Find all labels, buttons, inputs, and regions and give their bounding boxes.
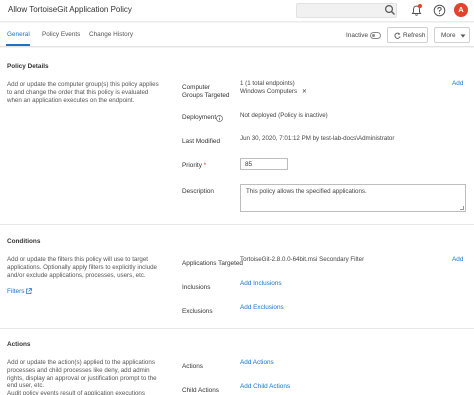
deployment-value: Not deployed (Policy is inactive) [240,112,328,119]
computer-groups-count: 1 (1 total endpoints) [240,80,295,87]
search-input[interactable] [296,3,397,18]
more-button[interactable]: More [434,27,470,43]
section-divider [0,224,474,225]
required-marker: * [203,162,207,169]
add-child-actions-link[interactable]: Add Child Actions [240,383,290,390]
tab-change-history[interactable]: Change History [89,31,133,38]
apps-targeted-label: Applications Targeted [182,260,243,267]
child-actions-label: Child Actions [182,387,219,394]
refresh-label: Refresh [403,32,426,39]
refresh-button[interactable]: Refresh [387,27,428,43]
priority-input[interactable]: 85 [240,158,288,170]
tab-bar: General Policy Events Change History Ina… [0,23,474,47]
page-title: Allow TortoiseGit Application Policy [8,5,132,14]
section-title-actions: Actions [7,341,31,348]
last-modified-label: Last Modified [182,138,221,145]
status-label: Inactive [346,32,369,39]
exclusions-label: Exclusions [182,308,213,315]
toggle-knob [372,34,375,37]
computer-group-chip[interactable]: Windows Computers ✕ [240,88,307,95]
add-actions-link[interactable]: Add Actions [240,359,274,366]
resize-handle[interactable] [460,206,464,210]
section-divider [0,328,474,329]
conditions-description: Add or update the filters this policy wi… [7,256,157,279]
description-text: This policy allows the specified applica… [246,188,367,195]
filters-link-label: Filters [7,288,25,295]
actions-description-cut: Audit policy events result of applicatio… [7,390,145,395]
description-textarea[interactable]: This policy allows the specified applica… [240,184,466,212]
actions-label: Actions [182,363,203,370]
deployment-label: Deployment [182,114,217,121]
add-application-link[interactable]: Add [452,256,463,263]
inclusions-label: Inclusions [182,284,211,291]
active-toggle[interactable] [370,32,381,39]
policy-details-description: Add or update the computer group(s) this… [7,81,159,104]
computer-groups-label: Computer Groups Targeted [182,84,230,99]
search-icon[interactable] [384,4,396,16]
actions-description: Add or update the action(s) applied to t… [7,359,157,390]
priority-label: Priority * [182,162,206,170]
add-inclusions-link[interactable]: Add Inclusions [240,280,282,287]
remove-icon[interactable]: ✕ [302,88,307,95]
description-label: Description [182,188,214,195]
info-icon[interactable] [216,115,223,122]
refresh-icon [394,32,401,39]
main-content: Policy Details Add or update the compute… [0,48,474,395]
add-exclusions-link[interactable]: Add Exclusions [240,304,284,311]
tab-general[interactable]: General [7,31,30,38]
avatar[interactable]: A [454,3,468,17]
priority-label-text: Priority [182,162,202,169]
apps-targeted-value[interactable]: TortoiseGit-2.8.0.0-64bit.msi Secondary … [240,256,364,263]
section-title-policy-details: Policy Details [7,63,49,70]
top-bar: Allow TortoiseGit Application Policy A [0,0,474,22]
filters-link[interactable]: Filters [7,288,33,295]
tab-policy-events[interactable]: Policy Events [42,31,80,38]
section-title-conditions: Conditions [7,238,41,245]
notification-badge [418,4,422,8]
chevron-down-icon [460,34,466,38]
active-tab-indicator [6,44,30,46]
more-label: More [441,32,456,39]
external-link-icon [26,288,33,294]
last-modified-value[interactable]: Jun 30, 2020, 7:01:12 PM by test-lab-doc… [240,135,394,142]
computer-group-name: Windows Computers [240,88,298,95]
add-computer-group-link[interactable]: Add [452,80,463,87]
help-icon[interactable] [433,4,446,17]
